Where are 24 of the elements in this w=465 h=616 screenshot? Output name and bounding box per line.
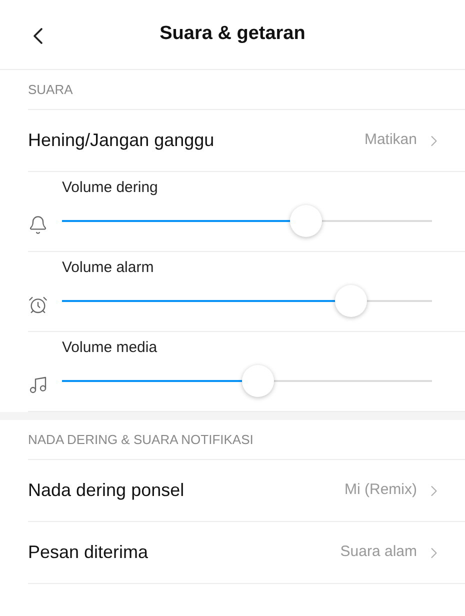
slider-thumb[interactable] xyxy=(290,205,322,237)
settings-row[interactable]: Nada dering ponsel Mi (Remix) xyxy=(28,460,465,522)
row-value: Suara alam xyxy=(340,542,417,562)
volume-slider[interactable] xyxy=(62,285,432,317)
slider-label: Volume alarm xyxy=(62,258,155,278)
slider-label: Volume media xyxy=(62,338,158,358)
bell-icon xyxy=(28,215,48,235)
row-title: Nada dering ponsel xyxy=(28,479,186,502)
slider-thumb[interactable] xyxy=(334,285,367,317)
section-header: SUARA xyxy=(28,80,73,99)
slider-label: Volume dering xyxy=(62,178,159,198)
settings-row[interactable]: Hening/Jangan ganggu Matikan xyxy=(28,110,465,172)
alarm-clock-icon xyxy=(28,295,48,315)
settings-row[interactable]: Pesan diterima Suara alam xyxy=(28,522,465,584)
slider-thumb[interactable] xyxy=(242,365,274,397)
row-title: Hening/Jangan ganggu xyxy=(28,129,216,152)
page-title: Suara & getaran xyxy=(160,22,306,46)
row-value: Mi (Remix) xyxy=(344,480,417,500)
row-title: Pesan diterima xyxy=(28,541,150,564)
music-note-icon xyxy=(28,375,48,395)
volume-slider[interactable] xyxy=(62,365,432,397)
volume-slider[interactable] xyxy=(62,205,432,237)
section-header: NADA DERING & SUARA NOTIFIKASI xyxy=(28,430,254,449)
row-value: Matikan xyxy=(364,130,417,150)
